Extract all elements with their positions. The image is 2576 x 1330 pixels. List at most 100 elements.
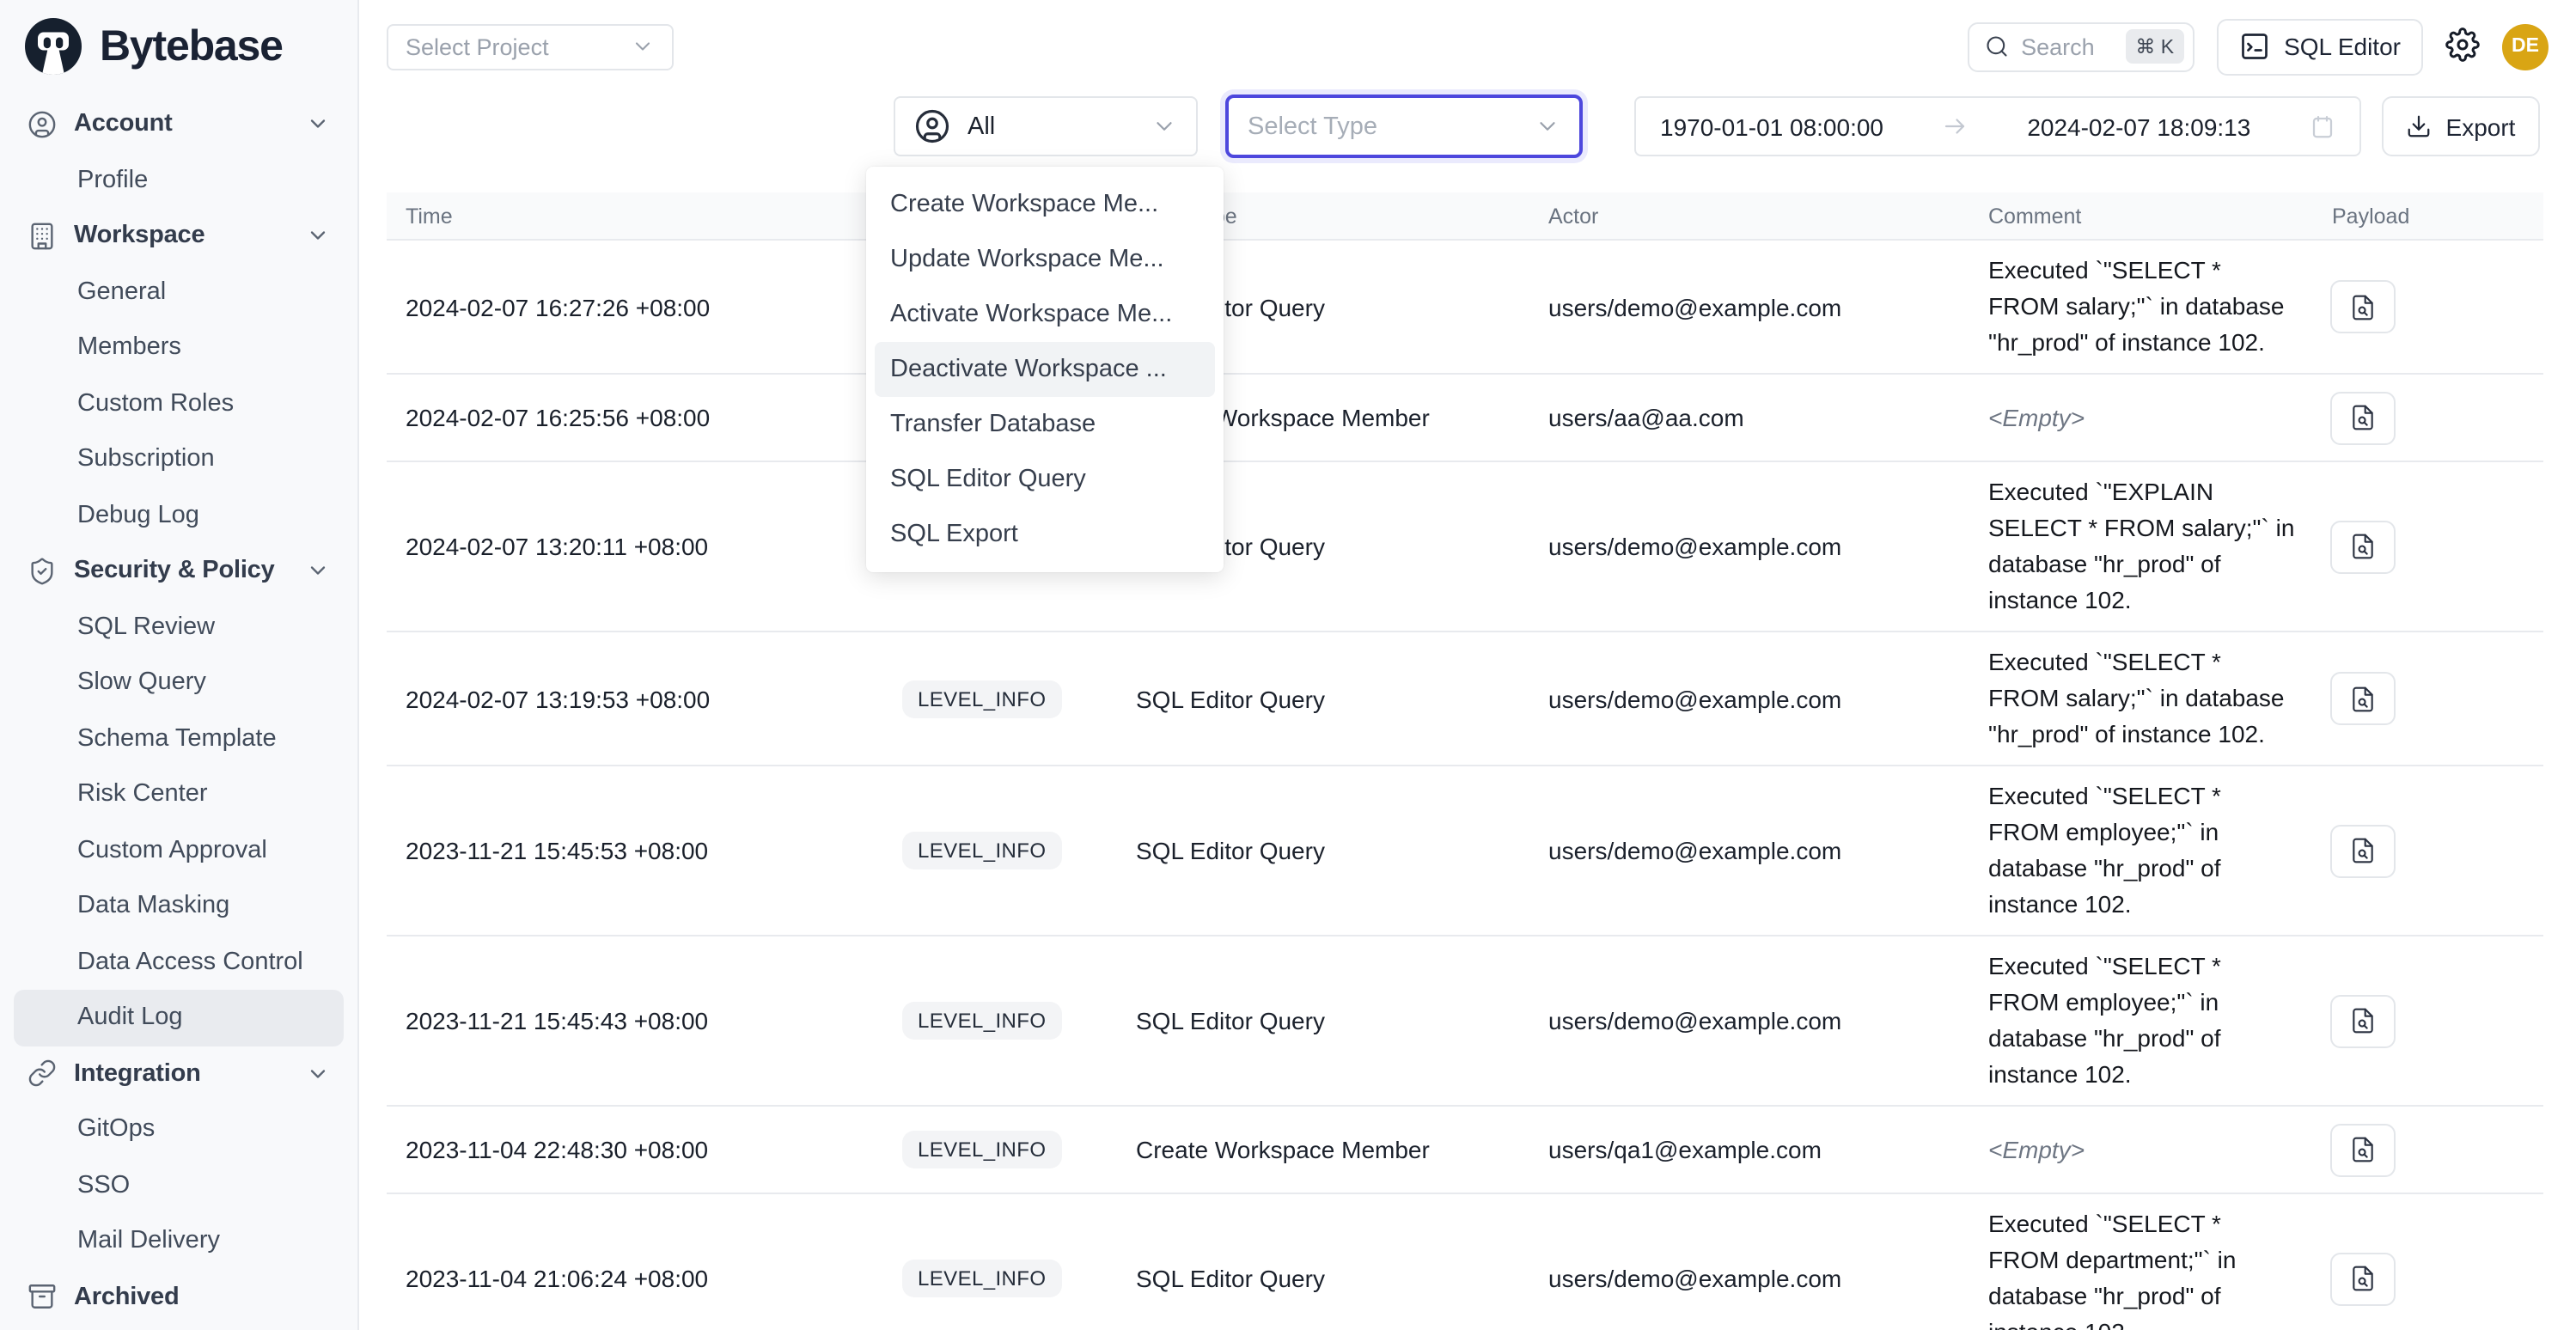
sidebar-item-subscription[interactable]: Subscription [14, 431, 344, 487]
payload-view-button[interactable] [2330, 280, 2396, 333]
table-row: 2024-02-07 13:19:53 +08:00LEVEL_INFOSQL … [387, 632, 2543, 766]
chevron-down-icon [306, 559, 330, 583]
dropdown-item-sql-export[interactable]: SQL Export [875, 507, 1215, 562]
sql-editor-label: SQL Editor [2284, 33, 2401, 60]
sidebar-item-debug-log[interactable]: Debug Log [14, 487, 344, 543]
sidebar-item-data-masking[interactable]: Data Masking [14, 878, 344, 934]
main-content: Select Project Search ⌘ K SQL Editor [359, 0, 2576, 1330]
cell-audit-type: Create Workspace Member [1115, 1136, 1528, 1163]
sidebar-nav: AccountProfileWorkspaceGeneralMembersCus… [0, 93, 357, 1330]
type-filter-placeholder: Select Type [1248, 113, 1377, 140]
file-search-icon [2349, 293, 2377, 320]
cell-time: 2024-02-07 16:27:26 +08:00 [387, 293, 882, 320]
cell-audit-level: LEVEL_INFO [882, 1002, 1115, 1040]
cell-payload [2311, 672, 2543, 725]
sidebar-section-workspace[interactable]: Workspace [14, 208, 344, 264]
sidebar-item-audit-log[interactable]: Audit Log [14, 990, 344, 1046]
bytebase-app: Bytebase AccountProfileWorkspaceGeneralM… [0, 0, 2576, 1330]
cell-payload [2311, 824, 2543, 877]
sidebar-section-archived[interactable]: Archived [14, 1269, 344, 1325]
dropdown-item-transfer-database[interactable]: Transfer Database [875, 397, 1215, 452]
actor-filter-select[interactable]: All [894, 96, 1198, 156]
cell-time: 2023-11-04 21:06:24 +08:00 [387, 1265, 882, 1292]
chevron-down-icon [1151, 113, 1177, 139]
cell-actor: users/demo@example.com [1528, 685, 1968, 712]
sidebar-item-profile[interactable]: Profile [14, 152, 344, 208]
cell-time: 2023-11-21 15:45:43 +08:00 [387, 1007, 882, 1034]
sidebar-item-custom-roles[interactable]: Custom Roles [14, 375, 344, 431]
sidebar-section-integration[interactable]: Integration [14, 1046, 344, 1101]
brand-name: Bytebase [100, 21, 283, 71]
topbar: Select Project Search ⌘ K SQL Editor [359, 0, 2576, 93]
payload-view-button[interactable] [2330, 1252, 2396, 1305]
chevron-down-icon [306, 1062, 330, 1086]
file-search-icon [2349, 404, 2377, 431]
date-range-picker[interactable]: 1970-01-01 08:00:00 2024-02-07 18:09:13 [1634, 96, 2361, 156]
audit-level-badge: LEVEL_INFO [902, 1260, 1061, 1297]
export-button[interactable]: Export [2382, 96, 2540, 156]
building-icon [27, 222, 57, 251]
cell-audit-type: SQL Editor Query [1115, 837, 1528, 864]
audit-level-badge: LEVEL_INFO [902, 1131, 1061, 1168]
table-header: Time Audit Level Audit Type Actor Commen… [387, 192, 2543, 241]
payload-view-button[interactable] [2330, 672, 2396, 725]
dropdown-item-update-workspace-me[interactable]: Update Workspace Me... [875, 232, 1215, 287]
link-icon [27, 1059, 57, 1089]
search-shortcut-kbd: ⌘ K [2125, 29, 2184, 64]
cell-comment: Executed `"SELECT * FROM employee;"` in … [1968, 949, 2298, 1093]
sidebar-item-custom-approval[interactable]: Custom Approval [14, 822, 344, 878]
sidebar-section-account[interactable]: Account [14, 96, 344, 152]
cell-audit-type: SQL Editor Query [1115, 1007, 1528, 1034]
avatar[interactable]: DE [2502, 23, 2549, 70]
sidebar-item-slow-query[interactable]: Slow Query [14, 655, 344, 711]
date-from-value: 1970-01-01 08:00:00 [1660, 113, 1883, 140]
cell-comment: Executed `"EXPLAIN SELECT * FROM salary;… [1968, 474, 2298, 619]
type-dropdown-menu: Create Workspace Me...Update Workspace M… [866, 167, 1224, 572]
payload-view-button[interactable] [2330, 1123, 2396, 1176]
payload-view-button[interactable] [2330, 994, 2396, 1047]
dropdown-item-deactivate-workspace[interactable]: Deactivate Workspace ... [875, 342, 1215, 397]
shield-check-icon [27, 557, 57, 586]
arrow-right-icon [1943, 113, 1969, 139]
cell-actor: users/aa@aa.com [1528, 404, 1968, 431]
cell-actor: users/demo@example.com [1528, 293, 1968, 320]
cell-audit-level: LEVEL_INFO [882, 1260, 1115, 1297]
project-select[interactable]: Select Project [387, 23, 674, 70]
terminal-square-icon [2239, 31, 2270, 62]
sidebar-item-general[interactable]: General [14, 264, 344, 320]
sidebar-item-schema-template[interactable]: Schema Template [14, 711, 344, 766]
audit-table-body: 2024-02-07 16:27:26 +08:00LEVEL_INFOSQL … [387, 241, 2543, 1330]
sql-editor-button[interactable]: SQL Editor [2217, 18, 2423, 75]
dropdown-item-activate-workspace-me[interactable]: Activate Workspace Me... [875, 287, 1215, 342]
dropdown-item-create-workspace-me[interactable]: Create Workspace Me... [875, 177, 1215, 232]
file-search-icon [2349, 1136, 2377, 1163]
sidebar-item-sql-review[interactable]: SQL Review [14, 599, 344, 655]
dropdown-item-sql-editor-query[interactable]: SQL Editor Query [875, 452, 1215, 507]
sidebar-item-sso[interactable]: SSO [14, 1157, 344, 1213]
cell-time: 2024-02-07 13:20:11 +08:00 [387, 533, 882, 560]
brand-logo[interactable]: Bytebase [0, 0, 357, 93]
sidebar-item-risk-center[interactable]: Risk Center [14, 766, 344, 822]
export-label: Export [2446, 113, 2516, 140]
payload-view-button[interactable] [2330, 391, 2396, 444]
search-input[interactable]: Search ⌘ K [1968, 21, 2194, 71]
sidebar-item-mail-delivery[interactable]: Mail Delivery [14, 1213, 344, 1269]
chevron-down-icon [1535, 113, 1560, 139]
table-row: 2023-11-04 21:06:24 +08:00LEVEL_INFOSQL … [387, 1194, 2543, 1330]
sidebar: Bytebase AccountProfileWorkspaceGeneralM… [0, 0, 359, 1330]
audit-level-badge: LEVEL_INFO [902, 680, 1061, 717]
sidebar-section-security-policy[interactable]: Security & Policy [14, 543, 344, 599]
payload-view-button[interactable] [2330, 520, 2396, 573]
cell-actor: users/demo@example.com [1528, 1265, 1968, 1292]
file-search-icon [2349, 1265, 2377, 1292]
type-filter-select[interactable]: Select Type [1225, 95, 1583, 158]
table-row: 2023-11-21 15:45:43 +08:00LEVEL_INFOSQL … [387, 936, 2543, 1107]
settings-button[interactable] [2445, 27, 2480, 66]
date-to-value: 2024-02-07 18:09:13 [2027, 113, 2250, 140]
sidebar-section-label: Security & Policy [74, 558, 306, 585]
sidebar-item-data-access-control[interactable]: Data Access Control [14, 934, 344, 990]
sidebar-item-members[interactable]: Members [14, 320, 344, 375]
payload-view-button[interactable] [2330, 824, 2396, 877]
cell-payload [2311, 520, 2543, 573]
sidebar-item-gitops[interactable]: GitOps [14, 1101, 344, 1157]
